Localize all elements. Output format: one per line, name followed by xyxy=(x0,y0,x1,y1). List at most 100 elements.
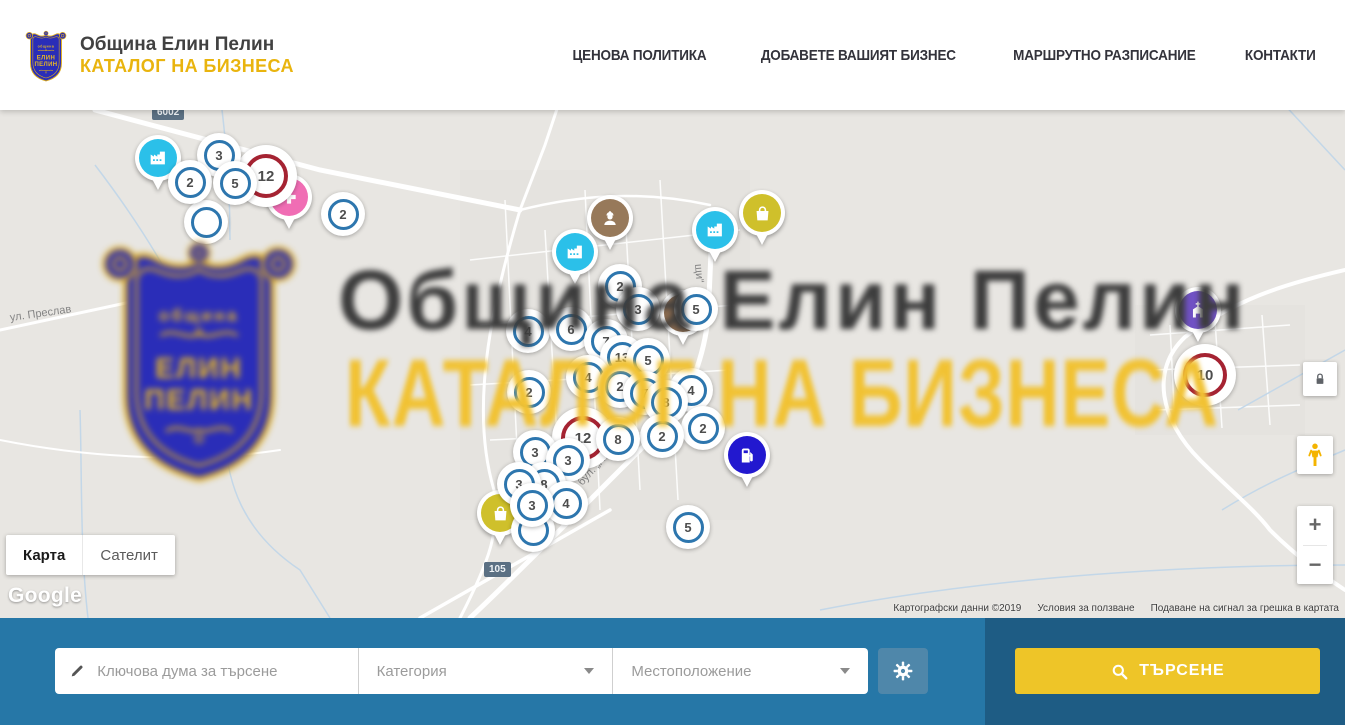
page: 6002105ул. Преславбул. „Новоселщи“ 12325… xyxy=(0,0,1345,725)
pin-glyph-bg xyxy=(696,211,734,249)
map-type-map-button[interactable]: Карта xyxy=(6,535,82,575)
marker-cluster[interactable]: 2 xyxy=(681,406,725,450)
pin-circle xyxy=(692,207,738,253)
marker-cluster[interactable] xyxy=(184,200,228,244)
business-category-pin-fuel[interactable] xyxy=(724,432,770,494)
nav-item-0[interactable]: ЦЕНОВА ПОЛИТИКА xyxy=(573,47,707,64)
nav-item-1[interactable]: ДОБАВЕТЕ ВАШИЯТ БИЗНЕС xyxy=(761,47,956,64)
cluster-count: 5 xyxy=(681,294,712,325)
cluster-count: 8 xyxy=(651,387,682,418)
cluster-count: 8 xyxy=(603,424,634,455)
municipality-shield-icon xyxy=(22,26,70,84)
marker-cluster[interactable]: 5 xyxy=(674,287,718,331)
cluster-count: 5 xyxy=(220,168,251,199)
shopping-bag-icon xyxy=(752,203,773,224)
marker-cluster[interactable]: 2 xyxy=(321,192,365,236)
chevron-down-icon xyxy=(840,668,850,674)
attribution-link-1[interactable]: Условия за ползване xyxy=(1037,603,1134,614)
zoom-in-button[interactable]: + xyxy=(1297,506,1333,545)
pencil-icon xyxy=(69,662,85,680)
marker-cluster[interactable]: 2 xyxy=(168,160,212,204)
cluster-count: 4 xyxy=(513,316,544,347)
main-nav: ЦЕНОВА ПОЛИТИКА ДОБАВЕТЕ ВАШИЯТ БИЗНЕС МАР… xyxy=(565,0,1320,110)
pin-glyph-bg xyxy=(556,233,594,271)
category-select-value: Категория xyxy=(377,663,447,680)
pin-glyph-bg xyxy=(743,194,781,232)
nav-item-2[interactable]: МАРШРУТНО РАЗПИСАНИЕ xyxy=(1013,47,1195,64)
google-logo[interactable]: Google xyxy=(8,584,82,608)
factory-icon xyxy=(564,241,586,263)
marker-cluster[interactable]: 5 xyxy=(666,505,710,549)
cluster-count: 3 xyxy=(517,490,548,521)
factory-icon xyxy=(704,219,726,241)
zoom-control: + − xyxy=(1297,506,1333,584)
site-title: Община Елин Пелин xyxy=(80,34,294,56)
business-category-pin-factory[interactable] xyxy=(692,207,738,269)
site-logo[interactable]: Община Елин Пелин КАТАЛОГ НА БИЗНЕСА xyxy=(22,26,294,84)
road-number-label: 6002 xyxy=(152,110,184,120)
church-icon xyxy=(1187,299,1209,321)
road-number-label: 105 xyxy=(484,562,511,577)
marker-cluster[interactable]: 10 xyxy=(1174,344,1236,406)
map-type-satellite-button[interactable]: Сателит xyxy=(82,535,175,575)
pin-circle xyxy=(724,432,770,478)
worker-icon xyxy=(599,207,621,229)
zoom-out-button[interactable]: − xyxy=(1297,546,1333,585)
chevron-down-icon xyxy=(584,668,594,674)
cluster-count: 5 xyxy=(673,512,704,543)
business-category-pin-church[interactable] xyxy=(1175,287,1221,349)
keyword-section xyxy=(55,648,358,694)
business-category-pin-factory[interactable] xyxy=(552,229,598,291)
attribution-copyright: Картографски данни ©2019 xyxy=(893,603,1021,614)
shopping-bag-icon xyxy=(490,503,511,524)
lock-icon xyxy=(1311,370,1329,388)
map-type-control: Карта Сателит xyxy=(6,535,175,575)
pin-circle xyxy=(552,229,598,275)
marker-cluster[interactable]: 2 xyxy=(640,414,684,458)
cluster-count: 2 xyxy=(328,199,359,230)
business-category-pin-bag[interactable] xyxy=(739,190,785,252)
pin-glyph-bg xyxy=(1179,291,1217,329)
gear-icon xyxy=(891,659,915,683)
factory-icon xyxy=(147,147,169,169)
pin-glyph-bg xyxy=(728,436,766,474)
pegman-control[interactable] xyxy=(1297,436,1333,474)
cluster-count: 2 xyxy=(514,377,545,408)
cluster-count: 3 xyxy=(623,294,654,325)
search-box: Категория Местоположение xyxy=(55,648,868,694)
cluster-count: 2 xyxy=(647,421,678,452)
search-button-label: ТЪРСЕНЕ xyxy=(1139,662,1224,680)
marker-cluster[interactable]: 2 xyxy=(507,370,551,414)
keyword-search-input[interactable] xyxy=(95,662,345,681)
search-icon xyxy=(1110,662,1129,681)
cluster-count: 2 xyxy=(175,167,206,198)
cluster-count: 6 xyxy=(556,314,587,345)
marker-cluster[interactable]: 5 xyxy=(213,161,257,205)
header: Община Елин Пелин КАТАЛОГ НА БИЗНЕСА ЦЕН… xyxy=(0,0,1345,110)
location-select[interactable]: Местоположение xyxy=(613,648,868,694)
search-bar: Категория Местоположение xyxy=(0,618,1345,725)
map-canvas[interactable]: 6002105ул. Преславбул. „Новоселщи“ 12325… xyxy=(0,110,1345,618)
cluster-count: 10 xyxy=(1183,353,1227,397)
site-title-block: Община Елин Пелин КАТАЛОГ НА БИЗНЕСА xyxy=(80,34,294,77)
cluster-count: 4 xyxy=(551,488,582,519)
pin-circle xyxy=(1175,287,1221,333)
cluster-count xyxy=(191,207,222,238)
pin-circle xyxy=(739,190,785,236)
marker-cluster[interactable]: 8 xyxy=(596,417,640,461)
marker-cluster[interactable]: 3 xyxy=(510,483,554,527)
marker-cluster[interactable]: 3 xyxy=(616,287,660,331)
location-select-value: Местоположение xyxy=(631,663,751,680)
map-attribution: Картографски данни ©2019 Условия за ползв… xyxy=(893,603,1339,614)
lock-button[interactable] xyxy=(1303,362,1337,396)
attribution-link-2[interactable]: Подаване на сигнал за грешка в картата xyxy=(1151,603,1339,614)
site-subtitle: КАТАЛОГ НА БИЗНЕСА xyxy=(80,56,294,77)
advanced-search-button[interactable] xyxy=(878,648,928,694)
nav-item-3[interactable]: КОНТАКТИ xyxy=(1245,47,1316,64)
category-select[interactable]: Категория xyxy=(359,648,613,694)
search-submit-button[interactable]: ТЪРСЕНЕ xyxy=(1015,648,1320,694)
pegman-icon xyxy=(1304,441,1326,469)
fuel-pump-icon xyxy=(737,445,758,466)
cluster-count: 2 xyxy=(688,413,719,444)
marker-cluster[interactable]: 4 xyxy=(506,309,550,353)
